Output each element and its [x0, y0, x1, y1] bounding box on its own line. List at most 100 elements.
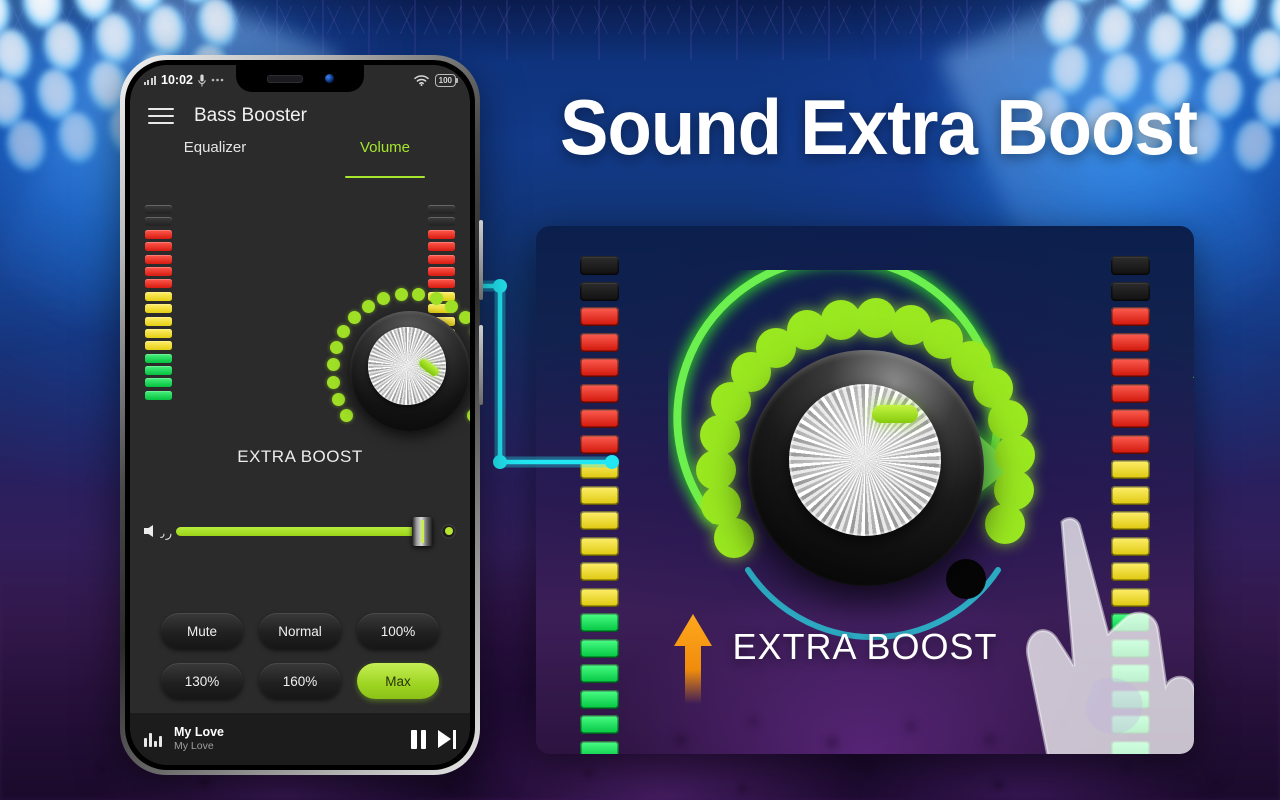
knob-dot — [330, 341, 344, 355]
vu-segment — [1111, 485, 1150, 505]
vu-segment — [145, 304, 172, 314]
speaker-volume-icon[interactable] — [144, 521, 175, 543]
knob-dot — [412, 288, 426, 301]
knob-dot — [337, 325, 351, 339]
equalizer-bars-icon[interactable] — [144, 731, 162, 747]
knob-dot — [394, 288, 408, 301]
knob-dot — [326, 358, 340, 372]
vu-segment — [145, 254, 172, 264]
knob-dot — [429, 292, 443, 306]
vu-segment — [145, 390, 172, 400]
vu-segment — [145, 366, 172, 376]
phone-screen: 10:02 100 Bass Booster Equalizer Volume … — [130, 65, 470, 765]
vu-segment — [580, 485, 619, 505]
knob-dot — [327, 376, 341, 390]
phone-bezel: 10:02 100 Bass Booster Equalizer Volume … — [125, 60, 475, 770]
page-headline: Sound Extra Boost — [560, 83, 1198, 171]
vu-segment — [580, 383, 619, 403]
knob-dot — [445, 299, 459, 313]
vu-segment — [580, 460, 619, 479]
app-title: Bass Booster — [194, 105, 307, 126]
now-playing: My Love My Love — [174, 725, 399, 753]
vu-segment — [580, 689, 619, 709]
vu-segment — [1111, 383, 1150, 403]
more-dots-icon — [211, 78, 224, 82]
vu-segment — [428, 254, 455, 264]
vu-segment — [580, 409, 619, 428]
vu-segment — [145, 217, 172, 227]
vu-segment — [580, 511, 619, 530]
battery-indicator: 100 — [434, 73, 459, 87]
tab-volume[interactable]: Volume — [300, 139, 470, 173]
promo-vu-meter-left — [580, 256, 619, 754]
tab-equalizer[interactable]: Equalizer — [130, 139, 300, 173]
preset-button-mute[interactable]: Mute — [161, 613, 243, 649]
volume-down-hardware-button[interactable] — [479, 325, 483, 405]
knob-dot — [348, 311, 362, 325]
vu-meter-left — [145, 205, 172, 400]
vu-segment — [145, 229, 172, 239]
knob-dot — [377, 292, 391, 306]
knob-dot — [340, 408, 354, 422]
vu-segment — [145, 266, 172, 276]
preset-button-100pct[interactable]: 100% — [357, 613, 439, 649]
stage-light — [0, 25, 36, 84]
vu-segment — [580, 307, 619, 326]
knob-dot — [458, 311, 470, 325]
vu-segment — [428, 217, 455, 227]
knob-body — [748, 350, 984, 586]
vu-segment — [145, 341, 172, 351]
vu-segment — [580, 587, 619, 607]
vu-segment — [145, 378, 172, 388]
vu-segment — [428, 266, 455, 276]
knob-dot — [820, 300, 861, 341]
knob-body — [350, 311, 470, 431]
volume-up-hardware-button[interactable] — [479, 220, 483, 300]
player-bar: My Love My Love — [130, 713, 470, 765]
vu-segment — [580, 358, 619, 377]
volume-knob[interactable] — [326, 287, 470, 455]
wifi-icon — [413, 74, 429, 86]
vu-segment — [145, 205, 172, 214]
microphone-icon — [198, 74, 206, 86]
volume-slider[interactable] — [176, 516, 433, 546]
knob-dot — [466, 408, 470, 422]
preset-buttons: Mute Normal 100% 130% 160% Max — [130, 613, 470, 699]
volume-slider-row — [130, 515, 470, 547]
vu-segment — [428, 205, 455, 214]
vu-segment — [1111, 409, 1150, 428]
slider-thumb[interactable] — [411, 516, 433, 546]
vu-segment — [145, 291, 172, 301]
next-track-icon[interactable] — [438, 729, 456, 749]
vu-segment — [580, 256, 619, 275]
vu-segment — [580, 281, 619, 301]
vu-segment — [1111, 460, 1150, 479]
preset-button-130pct[interactable]: 130% — [161, 663, 243, 699]
vu-segment — [1111, 307, 1150, 326]
knob-dot — [361, 299, 375, 313]
promo-volume-knob[interactable] — [670, 270, 1194, 754]
hamburger-menu-icon[interactable] — [148, 108, 174, 124]
vu-segment — [580, 562, 619, 581]
vu-segment — [580, 332, 619, 352]
phone-mockup: 10:02 100 Bass Booster Equalizer Volume … — [120, 55, 483, 775]
knob-dot — [995, 434, 1036, 475]
front-camera-icon — [324, 74, 334, 83]
preset-button-160pct[interactable]: 160% — [259, 663, 341, 699]
stage-light — [1038, 0, 1087, 52]
pause-icon[interactable] — [411, 729, 426, 749]
app-header: Bass Booster — [130, 95, 470, 137]
knob-cap — [789, 384, 941, 536]
stage-light — [193, 0, 242, 52]
knob-indicator — [872, 405, 918, 423]
vu-segment — [145, 353, 172, 363]
vu-segment — [145, 316, 172, 326]
stage-light — [1244, 25, 1280, 84]
earpiece-speaker-icon — [266, 74, 303, 83]
knob-dot — [855, 298, 896, 339]
slider-end-dot-icon[interactable] — [441, 523, 456, 539]
preset-button-normal[interactable]: Normal — [259, 613, 341, 649]
track-artist: My Love — [174, 740, 214, 753]
preset-button-max[interactable]: Max — [357, 663, 439, 699]
vu-segment — [580, 715, 619, 734]
